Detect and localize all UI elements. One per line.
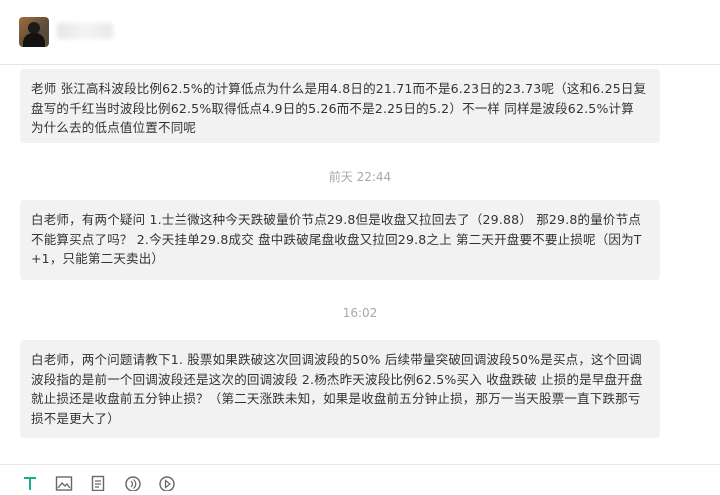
audio-icon[interactable]: [124, 475, 142, 492]
message-bubble: 白老师，有两个疑问 1.士兰微这种今天跌破量价节点29.8但是收盘又拉回去了（2…: [20, 200, 660, 280]
video-icon[interactable]: [158, 475, 176, 492]
text-format-icon[interactable]: [22, 475, 40, 491]
message-text: 白老师，有两个疑问 1.士兰微这种今天跌破量价节点29.8但是收盘又拉回去了（2…: [31, 212, 642, 267]
user-avatar[interactable]: [19, 17, 49, 47]
timestamp: 16:02: [342, 306, 378, 320]
timestamp: 前天 22:44: [328, 170, 392, 184]
image-icon[interactable]: [55, 475, 73, 491]
input-toolbar: [0, 464, 720, 492]
document-icon[interactable]: [90, 475, 108, 492]
chat-header: [0, 0, 720, 65]
message-bubble: 白老师，两个问题请教下1. 股票如果跌破这次回调波段的50% 后续带量突破回调波…: [20, 340, 660, 438]
contact-name: [57, 23, 113, 39]
message-text: 老师 张江高科波段比例62.5%的计算低点为什么是用4.8日的21.71而不是6…: [31, 81, 647, 136]
message-text: 白老师，两个问题请教下1. 股票如果跌破这次回调波段的50% 后续带量突破回调波…: [31, 352, 643, 426]
message-bubble: 老师 张江高科波段比例62.5%的计算低点为什么是用4.8日的21.71而不是6…: [20, 69, 660, 143]
